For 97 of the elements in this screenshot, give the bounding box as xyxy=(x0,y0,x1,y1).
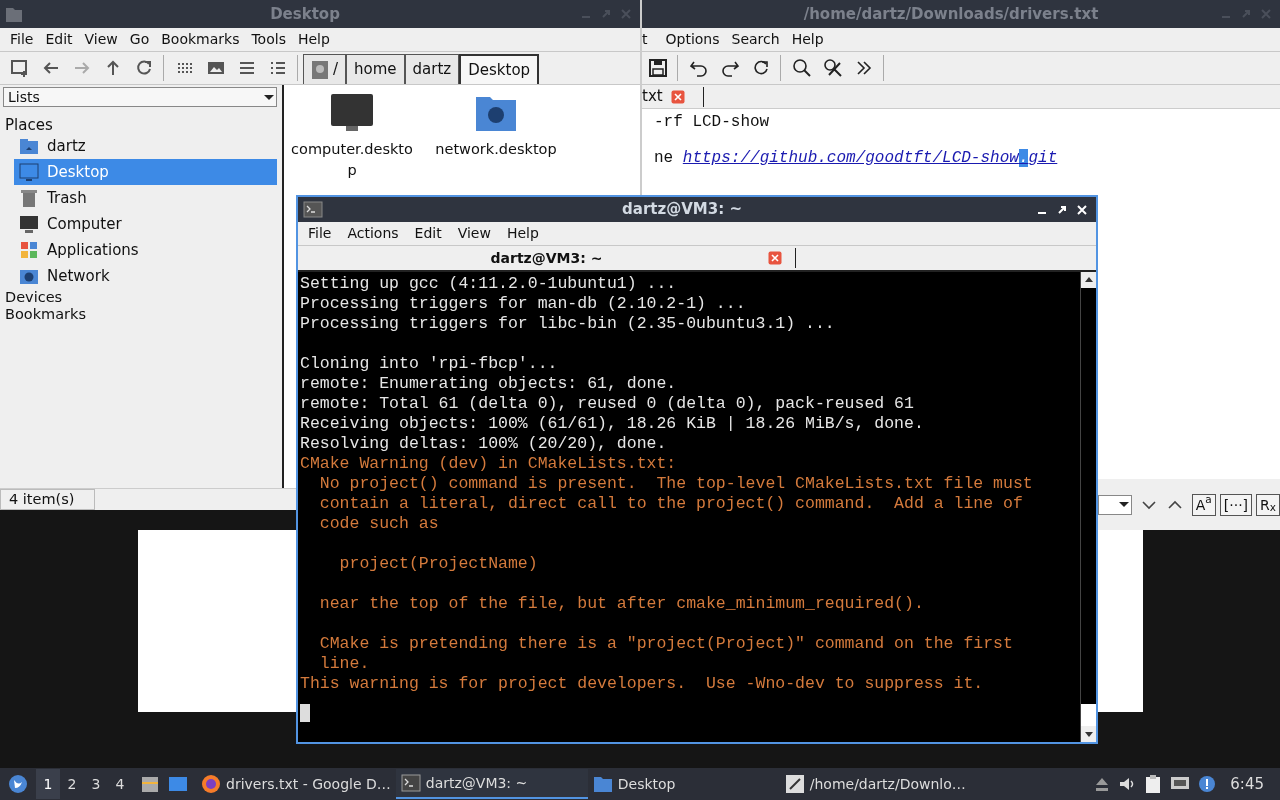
workspace-button[interactable]: 4 xyxy=(108,769,132,799)
terminal-line: contain a literal, direct call to the project() command. Add a line of xyxy=(318,494,1024,514)
status-text: 4 item(s) xyxy=(0,489,95,510)
terminal-line: code such as xyxy=(318,514,440,534)
sidebar-item[interactable]: dartz xyxy=(14,133,277,159)
terminal-line: remote: Total 61 (delta 0), reused 0 (delta 0), pack-reused 61 xyxy=(300,394,915,414)
desktop-icon xyxy=(19,162,39,182)
terminal-line: remote: Enumerating objects: 61, done. xyxy=(300,374,678,394)
terminal-line: Processing triggers for man-db (2.10.2-1) ... xyxy=(300,294,747,314)
monitor-icon[interactable] xyxy=(330,93,374,133)
terminal-line: CMake Warning (dev) in CMakeLists.txt: xyxy=(300,454,678,474)
new-window-icon[interactable] xyxy=(9,58,30,78)
search-dropdown[interactable] xyxy=(1098,494,1132,515)
terminal-line: This warning is for project developers. Use -Wno-dev to suppress it. xyxy=(300,674,985,694)
home-folder-icon xyxy=(19,136,39,156)
toggle-button[interactable]: [···] xyxy=(1219,493,1253,516)
menu-item[interactable]: View xyxy=(78,29,124,50)
tab[interactable]: txt xyxy=(642,85,663,108)
menu-item[interactable]: t xyxy=(642,29,660,50)
dropdown[interactable]: Lists xyxy=(3,87,277,107)
terminal-line: Receiving objects: 100% (61/61), 18.26 KiB | 18.26 MiB/s, done. xyxy=(300,414,925,434)
taskbar-item[interactable]: /home/dartz/Downlo… xyxy=(779,769,972,799)
link[interactable]: https://github.com/goodtft/LCD-show.git xyxy=(682,149,1058,167)
drive-icon xyxy=(311,59,329,80)
window-title: dartz@VM3: ~ xyxy=(621,199,743,221)
scroll-up-icon[interactable] xyxy=(1081,272,1096,288)
terminal-line: project(ProjectName) xyxy=(338,554,539,574)
scrollbar-thumb[interactable] xyxy=(1081,704,1096,726)
find-replace-icon[interactable] xyxy=(822,58,843,78)
menu-item[interactable]: Actions xyxy=(341,223,405,244)
terminal-line: Processing triggers for libc-bin (2.35-0ubuntu3.1) ... xyxy=(300,314,836,334)
maximize-icon[interactable] xyxy=(1056,203,1068,216)
sidebar-item[interactable]: Applications xyxy=(14,237,277,263)
desktop-icon[interactable] xyxy=(168,774,188,794)
menu-item[interactable]: Options xyxy=(659,29,726,50)
workspace-button[interactable]: 3 xyxy=(84,769,108,799)
path-button[interactable]: Desktop xyxy=(459,54,540,84)
menu-item[interactable]: View xyxy=(451,223,497,244)
menu-item[interactable]: Edit xyxy=(408,223,448,244)
file-name[interactable]: computer.desktop xyxy=(288,139,416,181)
toggle-button[interactable]: R$_{x}$ xyxy=(1256,493,1280,516)
menu-item[interactable]: Edit xyxy=(39,29,79,50)
taskbar-item[interactable]: dartz@VM3: ~ xyxy=(395,769,588,799)
section-heading[interactable]: Devices xyxy=(0,289,282,306)
clock[interactable]: 6:45 xyxy=(1230,772,1264,796)
section-heading: Places xyxy=(4,115,54,133)
workspace-button[interactable]: 2 xyxy=(60,769,84,799)
terminal-line: No project() command is present. The top-level CMakeLists.txt file must xyxy=(318,474,1034,494)
scrollbar[interactable] xyxy=(1080,272,1096,742)
window-title: Desktop xyxy=(269,3,341,25)
sidebar-item[interactable]: Desktop xyxy=(14,159,277,185)
scroll-down-icon[interactable] xyxy=(1081,726,1096,742)
terminal-line: near the top of the file, but after cmake_minimum_required(). xyxy=(318,594,925,614)
clipboard-icon[interactable] xyxy=(1144,774,1163,794)
tab[interactable]: dartz@VM3: ~ xyxy=(298,246,795,270)
taskbar-item[interactable]: drivers.txt - Google D… xyxy=(196,769,396,799)
window-title: /home/dartz/Downloads/drivers.txt xyxy=(802,3,1100,25)
taskbar-item[interactable]: Desktop xyxy=(587,769,780,799)
menu-item[interactable]: Help xyxy=(785,29,830,50)
code-text: ne xyxy=(654,149,675,167)
browser-icon xyxy=(201,774,221,794)
sidebar-item[interactable]: Computer xyxy=(14,211,277,237)
menu-item[interactable]: Help xyxy=(291,29,336,50)
terminal-icon xyxy=(400,773,421,793)
search-icon[interactable] xyxy=(791,58,812,78)
path-button[interactable]: dartz xyxy=(404,54,460,84)
sidebar-item[interactable]: Network xyxy=(14,263,277,289)
sidebar-item[interactable]: Trash xyxy=(14,185,277,211)
notification-icon[interactable] xyxy=(1198,775,1217,793)
section-heading[interactable]: Bookmarks xyxy=(0,306,282,323)
menu-item[interactable]: File xyxy=(4,29,40,50)
applications-icon xyxy=(19,240,39,260)
menu-item[interactable]: Help xyxy=(500,223,545,244)
menu-item[interactable]: Tools xyxy=(245,29,292,50)
terminal-line: CMake is pretending there is a "project(Project)" command on the first xyxy=(318,634,1014,654)
monitor-icon xyxy=(19,214,39,234)
path-button[interactable]: home xyxy=(346,54,405,84)
menu-item[interactable]: Bookmarks xyxy=(155,29,246,50)
toggle-button[interactable]: A$^{a}$ xyxy=(1191,493,1216,516)
cursor xyxy=(300,704,310,722)
menu-item[interactable]: Search xyxy=(725,29,786,50)
menu-item[interactable]: Go xyxy=(123,29,156,50)
trash-icon xyxy=(19,188,39,208)
terminal-line: Resolving deltas: 100% (20/20), done. xyxy=(300,434,668,454)
folder-icon xyxy=(592,774,613,794)
path-button[interactable]: / xyxy=(303,54,347,84)
terminal-line: Setting up gcc (4:11.2.0-1ubuntu1) ... xyxy=(300,274,678,294)
file-cabinet-icon[interactable] xyxy=(140,774,160,794)
save-icon[interactable] xyxy=(647,58,668,78)
workspace-button[interactable]: 1 xyxy=(36,769,60,799)
start-menu-icon[interactable] xyxy=(8,774,28,794)
text-editor-icon xyxy=(784,774,805,794)
menu-item[interactable]: File xyxy=(302,223,338,244)
code-line: -rf LCD-show xyxy=(654,113,771,131)
terminal-line: Cloning into 'rpi-fbcp'... xyxy=(300,354,559,374)
terminal-line: line. xyxy=(318,654,371,674)
file-name[interactable]: network.desktop xyxy=(435,139,557,160)
